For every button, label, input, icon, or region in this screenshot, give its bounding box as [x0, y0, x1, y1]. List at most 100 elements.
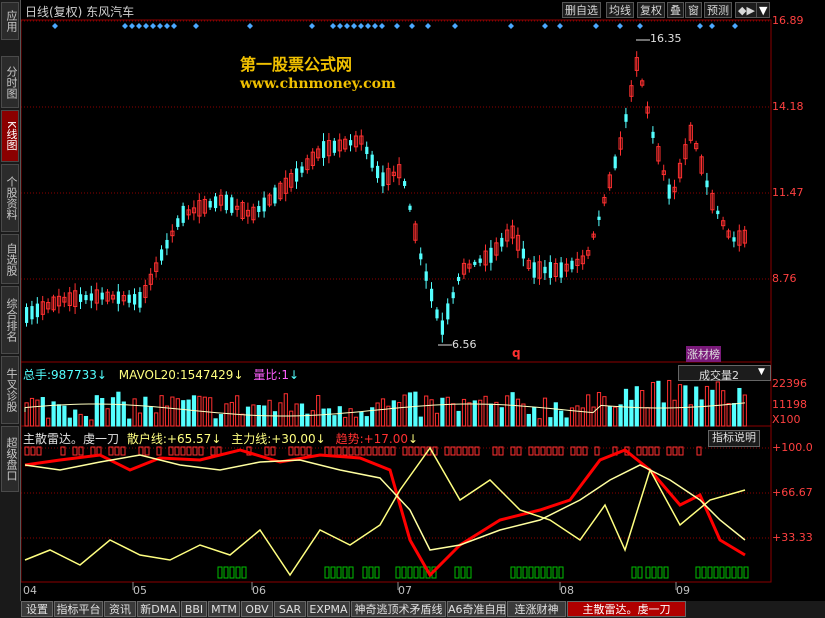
volume-bar [629, 399, 634, 427]
signal-diamond-icon [358, 23, 364, 29]
volume-bar [688, 404, 693, 427]
tab-3[interactable]: 新DMA [137, 601, 180, 617]
volume-bar [613, 406, 618, 427]
volume-bar [677, 384, 683, 427]
volume-ratio-label: 量比: [253, 368, 282, 382]
retail-signal-mark [362, 566, 368, 579]
volume-bar [78, 413, 83, 427]
kline-chart-canvas[interactable] [0, 0, 825, 618]
volume-bar [132, 398, 137, 427]
trend-label: 趋势: [335, 432, 364, 446]
sidebar-item-2[interactable]: K线图 [1, 110, 19, 162]
watermark-title: 第一股票公式网 [240, 55, 353, 74]
tab-1[interactable]: 指标平台 [54, 601, 103, 617]
retail-signal-mark [401, 566, 407, 579]
tab-12[interactable]: 主散雷达。虔一刀 [567, 601, 686, 617]
volume-indicator-select[interactable]: 成交量2 ▼ [678, 365, 771, 382]
retail-signal-mark [516, 566, 522, 579]
tab-8[interactable]: EXPMA [307, 601, 350, 617]
signal-diamond-icon [379, 23, 385, 29]
volume-bar [742, 394, 747, 427]
retail-signal-mark [522, 566, 528, 579]
retail-signal-mark [737, 566, 743, 579]
signal-diamond-icon [344, 23, 350, 29]
tab-2[interactable]: 资讯 [104, 601, 136, 617]
volume-bar [316, 395, 321, 427]
indicator-axis-label: +100.0 [772, 441, 813, 454]
retail-signal-mark [217, 566, 223, 579]
volume-bar [634, 386, 639, 427]
signal-diamond-icon [425, 23, 431, 29]
volume-bar [343, 416, 348, 427]
retail-signal-mark [374, 566, 380, 579]
volume-bar [532, 406, 537, 427]
volume-bar [559, 410, 564, 427]
remove-watchlist-button[interactable]: 删自选 [562, 2, 601, 18]
volume-bar [224, 403, 229, 427]
stock-title: 日线(复权) 东风汽车 [25, 5, 135, 19]
tab-7[interactable]: SAR [274, 601, 306, 617]
retail-signal-mark [637, 566, 643, 579]
tab-11[interactable]: 连涨财神 [507, 601, 566, 617]
signal-diamond-icon [150, 23, 156, 29]
volume-bar [726, 403, 731, 427]
indicator-help-button[interactable]: 指标说明 [708, 430, 760, 447]
window-button[interactable]: 窗 [685, 2, 702, 18]
date-label: 04 [23, 584, 37, 597]
indicator-axis-label: +33.33 [772, 531, 813, 544]
retail-signal-mark [645, 566, 651, 579]
nav-arrow-icon[interactable]: ◆▶ [735, 2, 758, 18]
volume-bar [186, 399, 191, 427]
tab-4[interactable]: BBI [181, 601, 207, 617]
volume-bar [510, 392, 515, 427]
dropdown-arrow-icon[interactable]: ▼ [756, 2, 771, 18]
sidebar-item-3[interactable]: 个股资料 [1, 164, 19, 232]
rank-badge[interactable]: 涨材榜 [686, 346, 721, 362]
retail-signal-mark [413, 566, 419, 579]
sidebar-item-5[interactable]: 综合排名 [1, 286, 19, 354]
forecast-button[interactable]: 预测 [704, 2, 732, 18]
tab-9[interactable]: 神奇逃顶术矛盾线 [351, 601, 446, 617]
tab-6[interactable]: OBV [241, 601, 273, 617]
volume-bar [413, 391, 418, 427]
overlay-button[interactable]: 叠 [667, 2, 684, 18]
adjust-button[interactable]: 复权 [637, 2, 665, 18]
sidebar-item-0[interactable]: 应用 [1, 2, 19, 40]
candle-body [25, 307, 29, 323]
volume-bar [683, 385, 688, 427]
tab-10[interactable]: A6奇准自用 [447, 601, 506, 617]
volume-bar [526, 413, 531, 427]
candle-body [440, 320, 444, 335]
volume-bar [213, 418, 218, 427]
candle-body [176, 218, 180, 227]
price-axis-label: 16.89 [772, 14, 804, 27]
retail-signal-mark [460, 566, 466, 579]
candle-body [381, 172, 385, 187]
volume-bar [586, 394, 591, 427]
candle-body [559, 262, 563, 278]
volume-bar [116, 391, 121, 427]
candle-body [35, 303, 39, 318]
retail-signal-mark [229, 566, 235, 579]
candle-body [79, 294, 83, 302]
volume-bar [326, 408, 332, 427]
candle-body [230, 197, 234, 213]
retail-signal-mark [558, 566, 564, 579]
ma-button[interactable]: 均线 [606, 2, 634, 18]
sidebar-item-6[interactable]: 牛叉诊股 [1, 356, 19, 424]
candle-body [365, 146, 369, 154]
volume-bar [348, 408, 353, 427]
down-arrow-icon: ↓ [233, 368, 244, 382]
tab-5[interactable]: MTM [208, 601, 240, 617]
sidebar-item-7[interactable]: 超级盘口 [1, 426, 19, 492]
candle-body [224, 194, 228, 211]
chart-title-bar: 日线(复权) 东风汽车 删自选 均线 复权 叠 窗 预测 ◆▶ ▼ [21, 0, 825, 20]
tab-0[interactable]: 设置 [21, 601, 53, 617]
volume-bar [321, 408, 326, 427]
retail-line-value: +65.57 [166, 432, 212, 446]
sidebar-item-1[interactable]: 分时图 [1, 56, 19, 108]
sidebar-item-4[interactable]: 自选股 [1, 234, 19, 284]
retail-signal-mark [651, 566, 657, 579]
candle-body [532, 262, 536, 278]
volume-bar [332, 415, 337, 427]
